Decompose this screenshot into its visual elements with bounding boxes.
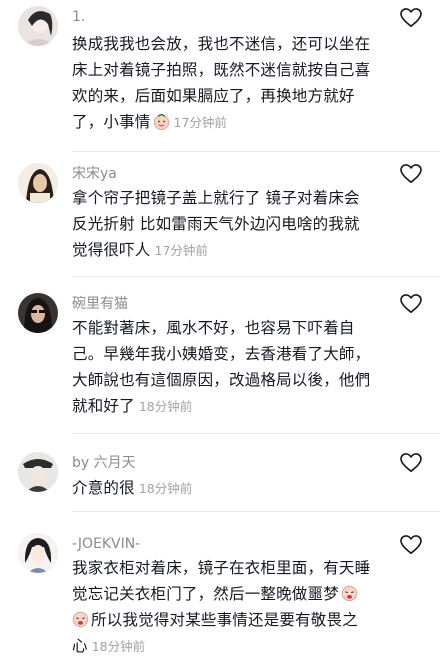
avatar[interactable] [18, 293, 58, 333]
comment-line: 反光折射 比如雷雨天气外边闪电啥的我就 [72, 215, 360, 233]
comment-line-text: 了，小事情 [72, 113, 151, 131]
heart-outline-icon [400, 164, 422, 183]
comment-line: 床上对着镜子拍照，既然不迷信就按自己喜 [72, 61, 371, 79]
heart-outline-icon [400, 535, 422, 554]
comment-line: 大師說也有這個原因，改過格局以後，他們 [72, 371, 371, 389]
avatar[interactable] [18, 6, 58, 46]
comment-timestamp: 18分钟前 [138, 481, 193, 496]
heart-outline-icon [400, 8, 422, 27]
like-button[interactable] [400, 294, 422, 314]
comment-timestamp: 17分钟前 [154, 243, 208, 258]
comment-line: 觉忘记关衣柜门了，然后一整晚做噩梦 [72, 581, 372, 607]
divider [72, 151, 440, 152]
comment-text: 我家衣柜对着床，镜子在衣柜里面，有天睡 觉忘记关衣柜门了，然后一整晚做噩梦 所以… [72, 555, 372, 660]
comment-line: 心 18分钟前 [72, 633, 372, 660]
comment-author[interactable]: 宋宋ya [72, 165, 117, 183]
comment-line-text: 介意的很 [72, 479, 135, 497]
comment-line: 拿个帘子把镜子盖上就行了 镜子对着床会 [72, 189, 360, 207]
comment-author[interactable]: by 六月天 [72, 454, 136, 472]
comment-line-text: 就和好了 [72, 397, 135, 415]
comment-author[interactable]: 1. [72, 8, 85, 26]
comment-line-text: 心 [72, 637, 88, 655]
comment-text: 介意的很 18分钟前 [72, 475, 372, 502]
comment-timestamp: 18分钟前 [138, 399, 193, 414]
comment-timestamp: 17分钟前 [173, 115, 227, 130]
heart-outline-icon [400, 453, 422, 472]
crying-face-emoji [72, 611, 89, 628]
comment-line: 己。早幾年我小姨婚变，去香港看了大師， [72, 345, 371, 363]
comment-line: 欢的来，后面如果膈应了，再换地方就好 [72, 87, 355, 105]
divider [72, 511, 440, 512]
heart-outline-icon [400, 294, 422, 313]
comment-line: 就和好了 18分钟前 [72, 393, 372, 420]
comment-line: 换成我我也会放，我也不迷信，还可以坐在 [72, 35, 371, 53]
comment-line: 不能對著床，風水不好，也容易下吓着自 [72, 319, 355, 337]
avatar[interactable] [18, 533, 58, 573]
comment-text: 不能對著床，風水不好，也容易下吓着自 己。早幾年我小姨婚变，去香港看了大師， 大… [72, 315, 372, 420]
divider [72, 276, 440, 277]
crying-face-emoji [341, 585, 358, 602]
avatar[interactable] [18, 163, 58, 203]
comment-line: 所以我觉得对某些事情还是要有敬畏之 [72, 607, 372, 633]
smiling-face-emoji [153, 113, 170, 130]
comment-line: 了，小事情 17分钟前 [72, 109, 372, 136]
like-button[interactable] [400, 453, 422, 473]
comment-text: 换成我我也会放，我也不迷信，还可以坐在 床上对着镜子拍照，既然不迷信就按自己喜 … [72, 31, 372, 136]
like-button[interactable] [400, 164, 422, 184]
like-button[interactable] [400, 8, 422, 28]
comment-line-text: 所以我觉得对某些事情还是要有敬畏之 [91, 611, 358, 629]
comment-line-text: 觉得很吓人 [72, 241, 151, 259]
comment-line: 介意的很 18分钟前 [72, 475, 372, 502]
comment-line: 我家衣柜对着床，镜子在衣柜里面，有天睡 [72, 559, 371, 577]
like-button[interactable] [400, 535, 422, 555]
comment-text: 拿个帘子把镜子盖上就行了 镜子对着床会 反光折射 比如雷雨天气外边闪电啥的我就 … [72, 185, 372, 264]
comment-line-text: 觉忘记关衣柜门了，然后一整晚做噩梦 [72, 585, 339, 603]
comment-timestamp: 18分钟前 [91, 639, 146, 654]
comment-line: 觉得很吓人 17分钟前 [72, 237, 372, 264]
comment-author[interactable]: -JOEKVIN- [72, 535, 140, 553]
avatar[interactable] [18, 452, 58, 492]
divider [72, 433, 440, 434]
comment-author[interactable]: 碗里有猫 [72, 295, 128, 313]
